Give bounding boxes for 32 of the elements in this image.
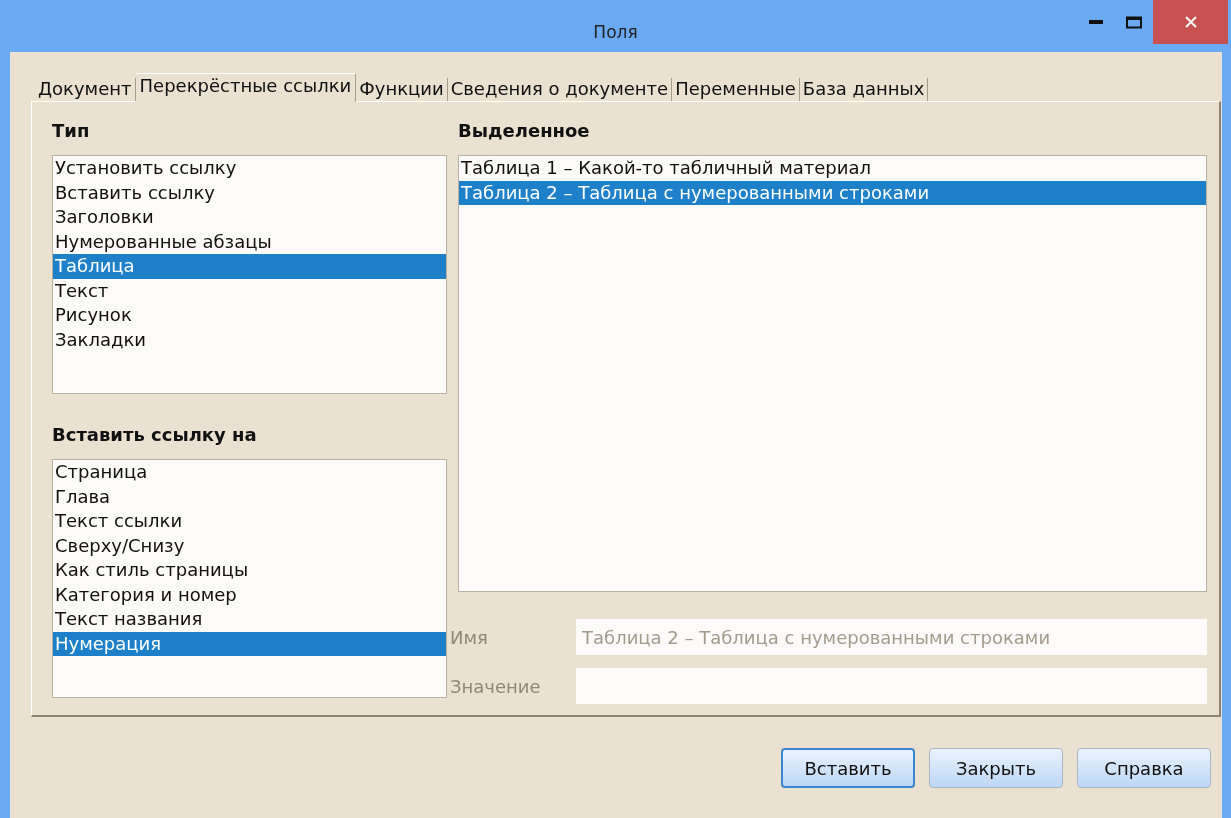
list-item[interactable]: Глава [53, 484, 446, 509]
tab[interactable]: Документ [35, 78, 136, 101]
list-item[interactable]: Заголовки [53, 205, 446, 230]
field-label: Имя [450, 626, 489, 648]
list-item[interactable]: Таблица 1 – Какой-то табличный материал [459, 156, 1206, 181]
section-heading: Выделенное [458, 120, 591, 141]
section-heading: Вставить ссылку на [52, 424, 258, 445]
list-item[interactable]: Текст [53, 278, 446, 303]
list-item[interactable]: Установить ссылку [53, 156, 446, 181]
list-item[interactable]: Таблица 2 – Таблица с нумерованными строками [459, 180, 1206, 205]
field-label: Значение [450, 675, 542, 697]
list-item[interactable]: Нумерация [53, 631, 446, 656]
list-item[interactable]: Текст названия [53, 607, 446, 632]
window-title: Поля [592, 22, 639, 42]
list-item[interactable]: Текст ссылки [53, 509, 446, 534]
list-item[interactable]: Как стиль страницы [53, 558, 446, 583]
list-item[interactable]: Сверху/Снизу [53, 533, 446, 558]
list-item[interactable]: Нумерованные абзацы [53, 229, 446, 254]
dialog-button[interactable]: Вставить [781, 748, 915, 788]
dialog-button[interactable]: Закрыть [929, 748, 1063, 788]
list-item[interactable]: Категория и номер [53, 582, 446, 607]
tab[interactable]: Перекрёстные ссылки [135, 73, 357, 102]
dialog-button[interactable]: Справка [1077, 748, 1211, 788]
minimize-icon [1089, 20, 1103, 24]
close-icon [1184, 16, 1197, 28]
maximize-icon [1126, 15, 1142, 29]
section-heading: Тип [52, 120, 91, 141]
list-item[interactable]: Закладки [53, 327, 446, 352]
list-item[interactable]: Рисунок [53, 303, 446, 328]
list-item[interactable]: Вставить ссылку [53, 180, 446, 205]
list-item[interactable]: Страница [53, 460, 446, 485]
list-item[interactable]: Таблица [53, 254, 446, 279]
